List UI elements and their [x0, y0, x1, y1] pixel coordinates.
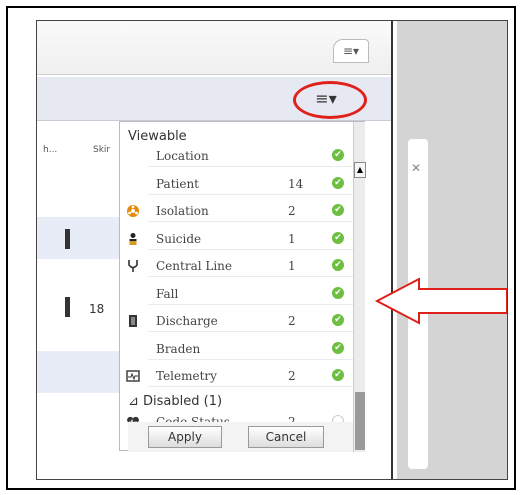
- screenshot-frame: ≡▾ ≡▾ h... Skir 18 ✕ Viewable Location ✔ P…: [6, 6, 516, 490]
- column-option-isolation[interactable]: Isolation 2 ✔: [120, 201, 353, 222]
- option-label: Isolation: [156, 204, 209, 218]
- option-count: 1: [288, 231, 296, 246]
- person-icon: [126, 232, 140, 246]
- checked-icon[interactable]: ✔: [332, 286, 344, 299]
- option-count: 2: [288, 314, 296, 328]
- checked-icon[interactable]: ✔: [332, 341, 344, 354]
- option-label: Braden: [156, 341, 201, 356]
- cancel-button[interactable]: Cancel: [248, 426, 324, 448]
- column-header[interactable]: Skir: [93, 145, 110, 155]
- table-row[interactable]: [37, 217, 119, 259]
- option-label: Telemetry: [156, 369, 217, 383]
- column-option-central-line[interactable]: Central Line 1 ✔: [120, 256, 353, 277]
- row-separator: [148, 166, 353, 167]
- column-chooser-popup: Viewable Location ✔ Patient 14 ✔ Isolation 2 ✔ S…: [119, 121, 366, 452]
- column-option-patient[interactable]: Patient 14 ✔: [120, 174, 353, 195]
- app-window: ≡▾ ≡▾ h... Skir 18 ✕ Viewable Location ✔ P…: [36, 20, 508, 480]
- row-separator: [148, 221, 353, 222]
- popup-scrollbar[interactable]: ▲: [353, 122, 366, 452]
- option-count: 1: [288, 259, 296, 273]
- popup-footer: Apply Cancel: [128, 422, 353, 452]
- biohazard-icon: [126, 204, 140, 218]
- blank-icon: [126, 177, 140, 191]
- option-label: Suicide: [156, 231, 202, 246]
- row-indicator: [65, 297, 70, 317]
- scroll-thumb[interactable]: [355, 392, 365, 450]
- table-cell: 18: [89, 302, 105, 316]
- checked-icon[interactable]: ✔: [332, 314, 344, 326]
- column-option-discharge[interactable]: Discharge 2 ✔: [120, 311, 353, 332]
- row-separator: [148, 303, 353, 305]
- checked-icon[interactable]: ✔: [332, 204, 344, 216]
- option-label: Fall: [156, 286, 179, 301]
- column-option-braden[interactable]: Braden ✔: [120, 339, 353, 360]
- checked-icon[interactable]: ✔: [332, 369, 344, 381]
- option-count: 2: [288, 369, 296, 383]
- column-option-telemetry[interactable]: Telemetry 2 ✔: [120, 366, 353, 387]
- annotation-ellipse: [293, 81, 367, 119]
- option-label: Location: [156, 149, 209, 163]
- column-header[interactable]: h...: [43, 145, 57, 155]
- option-count: 2: [288, 204, 296, 218]
- annotation-arrow: [375, 277, 507, 325]
- row-separator: [148, 331, 353, 332]
- option-label: Central Line: [156, 259, 233, 273]
- row-separator: [148, 358, 353, 360]
- blank-icon: [126, 342, 140, 356]
- scroll-up-button[interactable]: ▲: [354, 162, 366, 178]
- checked-icon[interactable]: ✔: [332, 176, 344, 189]
- column-option-suicide[interactable]: Suicide 1 ✔: [120, 229, 353, 250]
- table-row[interactable]: [37, 351, 119, 393]
- option-label: Discharge: [156, 314, 218, 328]
- apply-button[interactable]: Apply: [148, 426, 222, 448]
- window-divider: [391, 21, 393, 479]
- door-icon: [126, 314, 140, 328]
- row-separator: [148, 248, 353, 250]
- option-count: 14: [288, 176, 304, 191]
- row-indicator: [65, 229, 70, 249]
- blank-icon: [126, 287, 140, 301]
- row-separator: [148, 193, 353, 195]
- checked-icon[interactable]: ✔: [332, 259, 344, 271]
- disabled-group-toggle[interactable]: ⊿ Disabled (1): [128, 394, 222, 409]
- stethoscope-icon: [126, 259, 140, 273]
- viewable-header: Viewable: [128, 129, 187, 144]
- checked-icon[interactable]: ✔: [332, 149, 344, 161]
- option-label: Patient: [156, 176, 200, 191]
- checked-icon[interactable]: ✔: [332, 231, 344, 244]
- column-option-fall[interactable]: Fall ✔: [120, 284, 353, 305]
- blank-icon: [126, 149, 140, 163]
- close-icon[interactable]: ✕: [411, 161, 421, 175]
- monitor-icon: [126, 369, 140, 383]
- row-separator: [148, 386, 353, 387]
- column-option-location[interactable]: Location ✔: [120, 146, 353, 167]
- row-separator: [148, 276, 353, 277]
- tab-menu-button[interactable]: ≡▾: [333, 39, 369, 63]
